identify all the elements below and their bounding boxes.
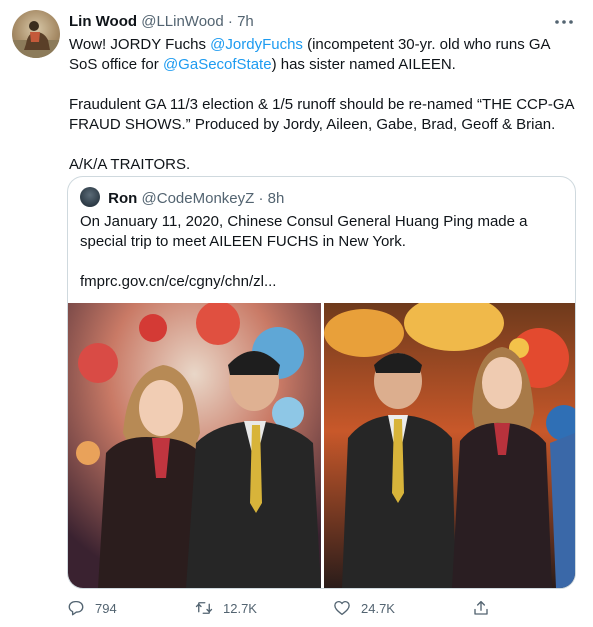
reply-count: 794 <box>95 600 117 616</box>
quoted-user-handle: @CodeMonkeyZ <box>141 190 255 207</box>
text-segment: ) has sister named AILEEN. <box>271 56 456 73</box>
tweet-header: Lin Wood @LLinWood · 7h <box>69 12 254 32</box>
quoted-text: On January 11, 2020, Chinese Consul Gene… <box>80 213 528 250</box>
reply-icon <box>68 600 84 616</box>
reply-button[interactable]: 794 <box>67 597 117 619</box>
user-avatar[interactable] <box>12 10 60 58</box>
like-count: 24.7K <box>361 600 395 616</box>
quoted-link[interactable]: fmprc.gov.cn/ce/cgny/chn/zl... <box>80 272 568 292</box>
mention-link[interactable]: @JordyFuchs <box>210 36 303 53</box>
tweet-paragraph-2: Fraudulent GA 11/3 election & 1/5 runoff… <box>69 96 574 133</box>
photo-right[interactable] <box>324 303 575 588</box>
tweet-paragraph-3: A/K/A TRAITORS. <box>69 156 191 173</box>
more-horizontal-icon[interactable] <box>553 14 575 30</box>
quoted-tweet-header: Ron @CodeMonkeyZ · 8h <box>80 187 284 209</box>
retweet-icon <box>195 602 213 614</box>
display-name[interactable]: Lin Wood <box>69 13 137 30</box>
share-button[interactable] <box>472 597 500 619</box>
tweet-paragraph-1: Wow! JORDY Fuchs @JordyFuchs (incompeten… <box>69 35 579 75</box>
heart-icon <box>334 600 350 616</box>
text-segment: Wow! JORDY Fuchs <box>69 36 211 53</box>
user-handle[interactable]: @LLinWood <box>141 13 224 30</box>
tweet-actions: 794 12.7K 24.7K <box>67 597 587 621</box>
share-icon <box>474 600 488 615</box>
quoted-user-avatar <box>80 187 100 207</box>
like-button[interactable]: 24.7K <box>333 597 395 619</box>
mention-link[interactable]: @GaSecofState <box>163 56 272 73</box>
quoted-tweet-text: On January 11, 2020, Chinese Consul Gene… <box>80 212 568 292</box>
separator-dot: · <box>227 13 233 30</box>
quoted-media <box>68 303 575 588</box>
quoted-display-name: Ron <box>108 190 138 207</box>
photo-left[interactable] <box>68 303 321 588</box>
tweet-text: Wow! JORDY Fuchs @JordyFuchs (incompeten… <box>69 35 579 175</box>
timestamp[interactable]: 7h <box>237 13 254 30</box>
separator-dot: · <box>258 190 264 207</box>
quoted-timestamp: 8h <box>267 190 285 207</box>
retweet-count: 12.7K <box>223 600 257 616</box>
quoted-tweet[interactable]: Ron @CodeMonkeyZ · 8h On January 11, 202… <box>67 176 576 589</box>
tweet: Lin Wood @LLinWood · 7h Wow! JORDY Fuchs… <box>0 0 593 627</box>
retweet-button[interactable]: 12.7K <box>195 597 257 619</box>
